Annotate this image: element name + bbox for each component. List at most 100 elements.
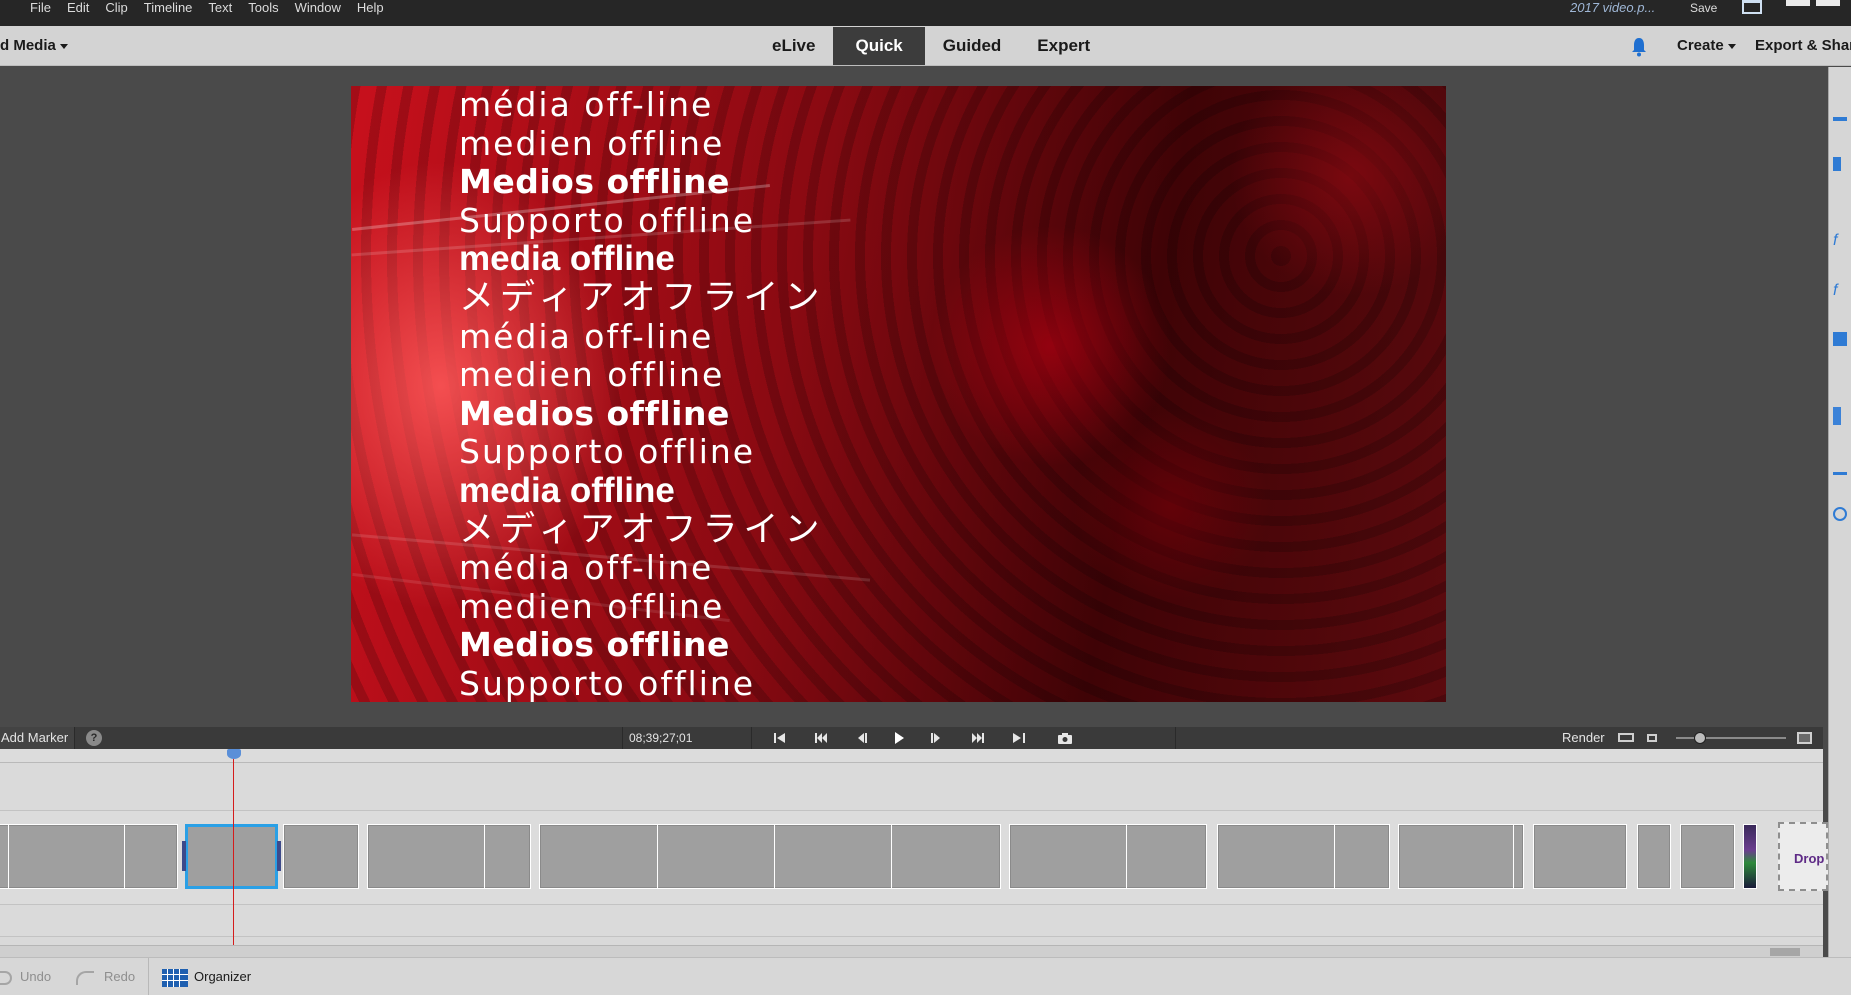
menu-clip[interactable]: Clip <box>97 0 135 16</box>
render-button[interactable]: Render <box>1562 727 1605 749</box>
clip-frame-divider <box>774 825 775 888</box>
offline-line: Medios offline <box>459 393 730 433</box>
menu-text[interactable]: Text <box>200 0 240 16</box>
offline-line: média off-line <box>459 86 714 124</box>
zoom-slider-track[interactable] <box>1676 737 1786 739</box>
audio-track[interactable] <box>0 905 1823 937</box>
organizer-button[interactable]: Organizer <box>162 958 251 995</box>
add-media-button[interactable]: d Media <box>0 26 68 66</box>
offline-line: メディアオフライン <box>459 277 826 318</box>
bottom-action-bar: Undo Redo Organizer <box>0 957 1851 995</box>
notification-bell-icon[interactable] <box>1630 37 1648 57</box>
clip-frame-divider <box>891 825 892 888</box>
add-marker-button[interactable]: Add Marker <box>0 727 76 749</box>
clip-frame-divider <box>657 825 658 888</box>
camera-snapshot-icon[interactable] <box>1057 732 1073 744</box>
video-clip[interactable] <box>1398 824 1524 889</box>
clip-frame-divider <box>1126 825 1127 888</box>
next-edit-icon[interactable] <box>971 732 985 744</box>
zoom-out-icon[interactable] <box>1647 734 1657 742</box>
undo-button[interactable]: Undo <box>0 958 51 995</box>
offline-line: media offline <box>459 239 675 279</box>
offline-line: medien offline <box>459 123 725 163</box>
tab-quick[interactable]: Quick <box>833 27 925 65</box>
export-share-button[interactable]: Export & Shar <box>1755 26 1851 66</box>
video-preview[interactable]: média off-line medien offline Medios off… <box>351 86 1446 702</box>
previous-edit-icon[interactable] <box>814 732 828 744</box>
tab-expert[interactable]: Expert <box>1019 27 1108 65</box>
video-clip[interactable] <box>539 824 1001 889</box>
chevron-down-icon <box>59 43 68 49</box>
menu-file[interactable]: File <box>22 0 59 16</box>
clip-frame-divider <box>484 825 485 888</box>
organizer-label: Organizer <box>194 969 252 984</box>
zoom-slider-handle[interactable] <box>1694 732 1706 744</box>
clip-frame-divider <box>1334 825 1335 888</box>
divider <box>148 958 149 995</box>
right-tools-panel: f f <box>1828 67 1851 957</box>
video-clip[interactable] <box>0 824 178 889</box>
redo-label: Redo <box>104 969 136 984</box>
transitions-icon[interactable] <box>1833 332 1847 346</box>
redo-button[interactable]: Redo <box>76 958 135 995</box>
offline-line: Supporto offline <box>459 432 756 472</box>
panel-toggle-icon[interactable] <box>1797 732 1812 744</box>
media-offline-text: média off-line medien offline Medios off… <box>459 86 826 702</box>
thumbnail-clip[interactable] <box>1743 824 1757 889</box>
video-clip[interactable] <box>283 824 359 889</box>
video-clip[interactable] <box>1680 824 1735 889</box>
video-clip[interactable] <box>1637 824 1671 889</box>
go-to-end-icon[interactable] <box>1012 732 1026 744</box>
mode-toolbar: d Media eLive Quick Guided Expert Create… <box>0 26 1851 66</box>
help-icon[interactable]: ? <box>86 730 102 746</box>
menu-timeline[interactable]: Timeline <box>136 0 201 16</box>
video-clip[interactable] <box>1217 824 1390 889</box>
audio-icon[interactable] <box>1833 472 1847 475</box>
monitor-screen-icon[interactable] <box>1742 0 1762 14</box>
offline-line: Supporto offline <box>459 663 756 702</box>
create-button[interactable]: Create <box>1677 26 1736 66</box>
film-icon[interactable] <box>1833 407 1841 425</box>
overlay-track[interactable] <box>0 763 1823 811</box>
effects-icon[interactable] <box>1833 157 1841 171</box>
timeline-scrollbar[interactable] <box>0 945 1823 957</box>
play-icon[interactable] <box>892 732 906 744</box>
playhead-handle[interactable] <box>227 749 241 759</box>
offline-line: medien offline <box>459 586 725 626</box>
minimize-icon[interactable] <box>1786 0 1810 6</box>
menu-tools[interactable]: Tools <box>240 0 286 16</box>
video-clip[interactable] <box>367 824 531 889</box>
fit-timeline-icon[interactable] <box>1618 733 1634 742</box>
maximize-icon[interactable] <box>1816 0 1840 6</box>
menu-edit[interactable]: Edit <box>59 0 97 16</box>
timecode-display[interactable]: 08;39;27;01 <box>622 727 752 749</box>
selected-video-clip[interactable] <box>182 824 281 889</box>
undo-label: Undo <box>20 969 52 984</box>
time-ruler[interactable] <box>0 749 1823 763</box>
scrollbar-thumb[interactable] <box>1770 948 1800 956</box>
menu-window[interactable]: Window <box>287 0 349 16</box>
video-track[interactable]: Drop <box>0 811 1828 905</box>
fx-icon[interactable]: f <box>1833 282 1847 299</box>
step-forward-icon[interactable] <box>930 732 944 744</box>
tab-guided[interactable]: Guided <box>925 27 1020 65</box>
video-clip[interactable] <box>1533 824 1627 889</box>
step-back-icon[interactable] <box>854 732 868 744</box>
redo-icon <box>76 970 94 985</box>
offline-line: メディアオフライン <box>459 509 826 550</box>
monitor-panel: média off-line medien offline Medios off… <box>0 67 1823 723</box>
offline-line: Medios offline <box>459 162 730 202</box>
fx-icon[interactable]: f <box>1833 232 1847 249</box>
save-button[interactable]: Save <box>1690 0 1717 16</box>
menu-help[interactable]: Help <box>349 0 392 16</box>
drop-media-zone[interactable]: Drop <box>1778 822 1828 891</box>
go-to-start-icon[interactable] <box>773 732 787 744</box>
tab-elive[interactable]: eLive <box>754 27 833 65</box>
chevron-down-icon <box>1727 43 1736 49</box>
clip-frame-divider <box>8 825 9 888</box>
clip-frame-divider <box>1513 825 1514 888</box>
clip-frame-divider <box>124 825 125 888</box>
color-icon[interactable] <box>1833 507 1847 521</box>
video-clip[interactable] <box>1009 824 1207 889</box>
adjust-icon[interactable] <box>1833 117 1847 121</box>
